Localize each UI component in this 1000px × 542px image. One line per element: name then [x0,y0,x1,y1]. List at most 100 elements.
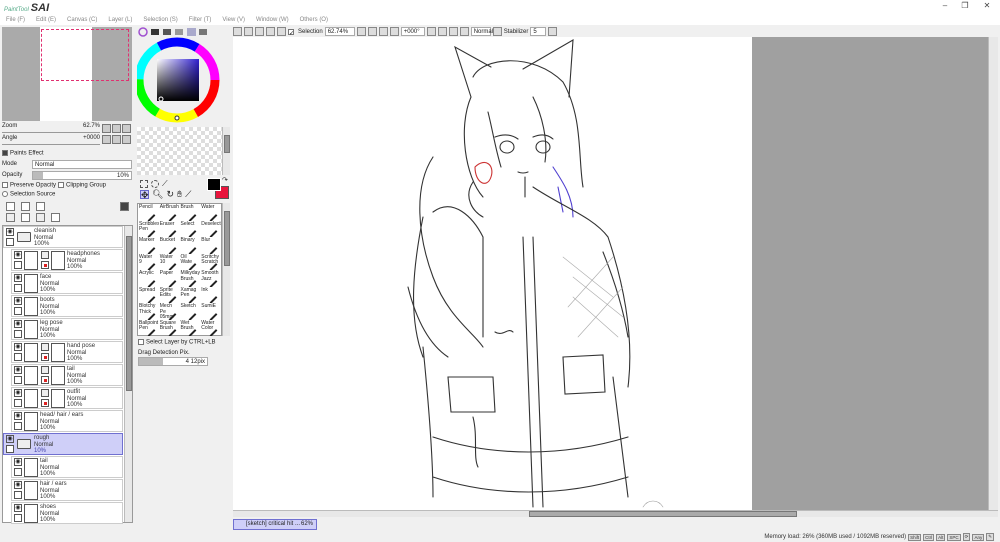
brush-scrollbar[interactable] [222,203,230,336]
canvas-hscrollbar[interactable] [233,510,998,517]
zoom-out-button[interactable] [102,124,111,133]
selection-source-radio[interactable]: Selection Source [2,191,55,198]
visibility-eye-icon[interactable]: ◉ [14,297,22,305]
mask-link-icon[interactable] [41,251,49,259]
angle-slider[interactable]: Angle +0000 [2,135,100,145]
brush-slot[interactable]: Mech Pe 05mm [159,303,180,319]
brush-slot[interactable]: Sketch [180,303,201,320]
zoom-in-button[interactable] [367,27,377,36]
select-layer-ctrl-checkbox[interactable]: Select Layer by CTRL+LB [138,339,216,346]
redo-button[interactable] [277,27,286,36]
zoom-field[interactable]: 62.74% [324,27,355,36]
close-button[interactable]: ✕ [977,1,997,11]
layer-lock-toggle[interactable] [6,238,14,246]
visibility-eye-icon[interactable]: ◉ [6,228,14,236]
new-linework-layer-icon[interactable] [21,202,30,211]
layer-item[interactable]: ◉ headphones Normal 100% [11,249,123,271]
rect-select-icon[interactable] [140,180,148,188]
swatch-scrollbar-thumb[interactable] [224,135,230,153]
stabilizer-dropdown[interactable] [548,27,558,36]
navigator-viewport[interactable] [41,29,129,81]
layer-scrollbar[interactable] [124,226,132,522]
menu-canvas[interactable]: Canvas (C) [67,17,97,23]
layer-lock-toggle[interactable] [14,376,22,384]
transfer-down-icon[interactable] [6,213,15,222]
new-layer-icon[interactable] [6,202,15,211]
rotate-reset-button[interactable] [122,135,131,144]
layer-lock-toggle[interactable] [14,468,22,476]
menu-window[interactable]: Window (W) [256,17,289,23]
brush-slot[interactable]: Sprite Edits [159,287,180,304]
layer-item[interactable]: ◉ head/ hair / ears Normal 100% [11,410,123,432]
rotate-left-button[interactable] [102,135,111,144]
lasso-icon[interactable] [151,180,159,188]
layer-lock-toggle[interactable] [14,422,22,430]
swatch-scrollbar[interactable] [222,127,230,175]
deselect-button[interactable] [233,27,242,36]
brush-slot[interactable]: Bucket [159,237,180,254]
menu-edit[interactable]: Edit (E) [36,17,56,23]
layer-lock-toggle[interactable] [14,330,22,338]
color-wheel[interactable] [137,27,232,125]
mask-link-icon[interactable] [41,389,49,397]
brush-scrollbar-thumb[interactable] [224,211,230,266]
minimize-button[interactable]: – [935,1,955,11]
zoom-reset-button[interactable] [378,27,388,36]
layer-item[interactable]: ◉ hand pose Normal 100% [11,341,123,363]
brush-slot[interactable]: Wet Brush [180,320,201,337]
layer-lock-toggle[interactable] [14,307,22,315]
rotate-left-button[interactable] [426,27,436,36]
layer-item[interactable]: ◉ hair / ears Normal 100% [11,479,123,501]
menu-selection[interactable]: Selection (S) [143,17,177,23]
mode-dropdown-button[interactable] [492,27,502,36]
mask-enabled-icon[interactable] [41,376,49,384]
visibility-eye-icon[interactable]: ◉ [14,389,22,397]
primary-color[interactable] [207,178,221,191]
brush-slot[interactable]: Ballpoint Pen [138,320,159,337]
layer-item[interactable]: ◉ tail Normal 100% [11,456,123,478]
opacity-slider[interactable]: 10% [32,171,132,180]
menu-others[interactable]: Others (O) [300,17,328,23]
eyedropper-icon[interactable]: ⟋ [185,190,191,199]
mask-enabled-icon[interactable] [41,353,49,361]
layer-item[interactable]: ◉ leg pose Normal 100% [11,318,123,340]
color-swatch-area[interactable] [137,127,222,175]
brush-slot[interactable]: AirBrush [159,204,180,221]
canvas-vscrollbar[interactable] [988,37,998,510]
maximize-button[interactable]: ❐ [955,1,975,11]
visibility-eye-icon[interactable]: ◉ [14,251,22,259]
undo-button[interactable] [266,27,275,36]
zoom-in-button[interactable] [112,124,121,133]
brush-slot[interactable]: Acrylic [138,270,159,287]
layer-lock-toggle[interactable] [14,353,22,361]
rotate-right-button[interactable] [112,135,121,144]
brush-slot[interactable]: Scribbles Pen [138,221,159,238]
layer-lock-toggle[interactable] [14,514,22,522]
zoom-slider[interactable]: Zoom 62.7% [2,123,100,133]
new-folder-icon[interactable] [36,202,45,211]
mask-enabled-icon[interactable] [41,399,49,407]
layer-item[interactable]: ◉ boots Normal 100% [11,295,123,317]
mask-link-icon[interactable] [41,366,49,374]
canvas-hscrollbar-thumb[interactable] [529,511,797,517]
brush-slot[interactable]: Water 9 [138,254,159,271]
brush-slot[interactable]: Brush [180,204,201,221]
hand-tool-icon[interactable]: ✋︎ [177,190,182,199]
layer-lock-toggle[interactable] [14,284,22,292]
document-tab[interactable]: [sketch] critical hit ... 62% [233,519,317,530]
brush-slot[interactable]: Water Color [200,320,221,337]
brush-slot[interactable]: Pencil [138,204,159,221]
visibility-eye-icon[interactable]: ◉ [6,435,14,443]
brush-slot[interactable]: Blotchy Thick [138,303,159,320]
visibility-eye-icon[interactable]: ◉ [14,481,22,489]
menu-view[interactable]: View (V) [222,17,245,23]
layer-item[interactable]: ◉ cleanish Normal 100% [3,226,123,248]
rotate-tool-icon[interactable]: ↻ [166,190,174,199]
brush-slot[interactable]: Smooth Jazz [200,270,221,287]
brush-slot[interactable]: Water 10 [159,254,180,271]
layer-lock-toggle[interactable] [14,261,22,269]
blend-mode-select[interactable]: Normal [32,160,132,169]
brush-slot[interactable]: Deselect [200,221,221,238]
rotate-right-button[interactable] [437,27,447,36]
angle-field[interactable]: +000° [400,27,425,36]
